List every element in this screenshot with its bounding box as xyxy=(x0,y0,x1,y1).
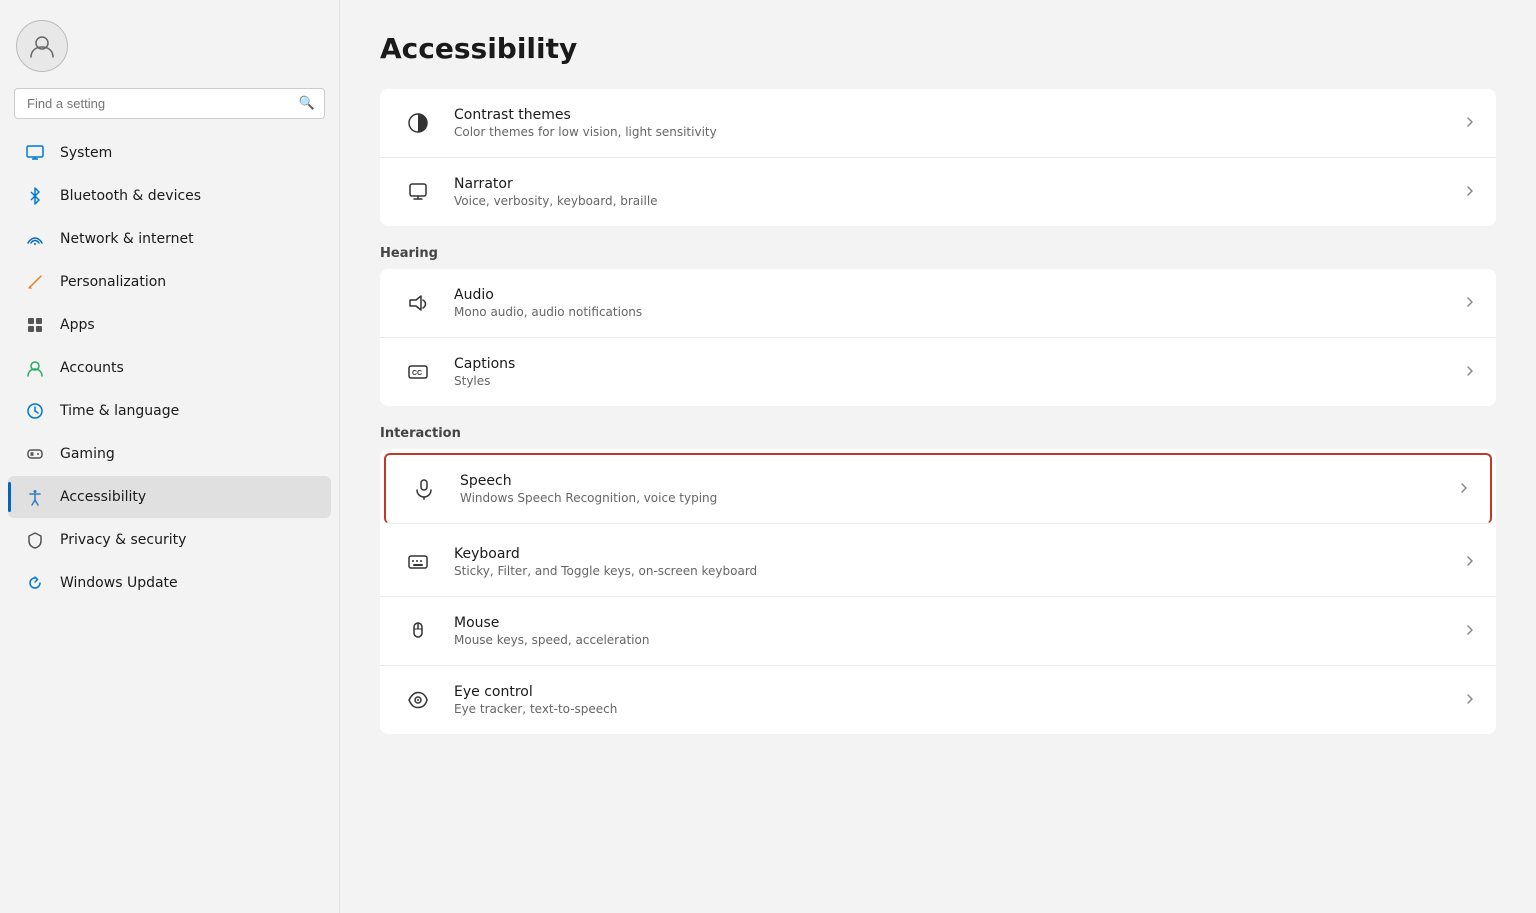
audio-title: Audio xyxy=(454,287,1446,303)
keyboard-title: Keyboard xyxy=(454,546,1446,562)
contrast-themes-title: Contrast themes xyxy=(454,107,1446,123)
sidebar-item-accessibility[interactable]: Accessibility xyxy=(8,476,331,518)
personalization-icon xyxy=(24,271,46,293)
captions-desc: Styles xyxy=(454,374,1446,388)
time-icon xyxy=(24,400,46,422)
sidebar-item-label-network: Network & internet xyxy=(60,231,194,247)
audio-chevron-icon xyxy=(1464,296,1476,311)
settings-item-keyboard[interactable]: Keyboard Sticky, Filter, and Toggle keys,… xyxy=(380,528,1496,597)
sidebar-item-personalization[interactable]: Personalization xyxy=(8,261,331,303)
captions-text: Captions Styles xyxy=(454,356,1446,388)
mouse-chevron-icon xyxy=(1464,624,1476,639)
audio-text: Audio Mono audio, audio notifications xyxy=(454,287,1446,319)
mouse-desc: Mouse keys, speed, acceleration xyxy=(454,633,1446,647)
narrator-desc: Voice, verbosity, keyboard, braille xyxy=(454,194,1446,208)
captions-title: Captions xyxy=(454,356,1446,372)
sidebar-item-label-update: Windows Update xyxy=(60,575,178,591)
page-title: Accessibility xyxy=(380,32,1496,65)
settings-item-mouse[interactable]: Mouse Mouse keys, speed, acceleration xyxy=(380,597,1496,666)
main-content: Accessibility Contrast themes Color theme… xyxy=(340,0,1536,913)
sidebar-item-gaming[interactable]: Gaming xyxy=(8,433,331,475)
accounts-icon xyxy=(24,357,46,379)
eye-control-text: Eye control Eye tracker, text-to-speech xyxy=(454,684,1446,716)
bluetooth-icon xyxy=(24,185,46,207)
privacy-icon xyxy=(24,529,46,551)
settings-item-audio[interactable]: Audio Mono audio, audio notifications xyxy=(380,269,1496,338)
nav-list: System Bluetooth & devices Network & inter… xyxy=(0,131,339,605)
gaming-icon xyxy=(24,443,46,465)
section-group: Speech Windows Speech Recognition, voice … xyxy=(380,449,1496,734)
narrator-icon xyxy=(400,174,436,210)
settings-item-speech[interactable]: Speech Windows Speech Recognition, voice … xyxy=(384,453,1492,524)
sidebar-item-label-accessibility: Accessibility xyxy=(60,489,146,505)
narrator-title: Narrator xyxy=(454,176,1446,192)
section-label-interaction: Interaction xyxy=(380,426,1496,441)
speech-text: Speech Windows Speech Recognition, voice … xyxy=(460,473,1440,505)
sidebar-item-privacy[interactable]: Privacy & security xyxy=(8,519,331,561)
captions-icon: CC xyxy=(400,354,436,390)
speech-chevron-icon xyxy=(1458,482,1470,497)
captions-chevron-icon xyxy=(1464,365,1476,380)
audio-icon xyxy=(400,285,436,321)
sidebar-item-accounts[interactable]: Accounts xyxy=(8,347,331,389)
update-icon xyxy=(24,572,46,594)
settings-item-eye-control[interactable]: Eye control Eye tracker, text-to-speech xyxy=(380,666,1496,734)
sidebar-item-system[interactable]: System xyxy=(8,132,331,174)
sidebar-item-network[interactable]: Network & internet xyxy=(8,218,331,260)
narrator-chevron-icon xyxy=(1464,185,1476,200)
sidebar: 🔍 System Bluetooth & devices Network & int… xyxy=(0,0,340,913)
mouse-title: Mouse xyxy=(454,615,1446,631)
eye-control-icon xyxy=(400,682,436,718)
settings-item-captions[interactable]: CC Captions Styles xyxy=(380,338,1496,406)
contrast-themes-chevron-icon xyxy=(1464,116,1476,131)
speech-title: Speech xyxy=(460,473,1440,489)
sidebar-item-label-system: System xyxy=(60,145,112,161)
sidebar-item-update[interactable]: Windows Update xyxy=(8,562,331,604)
search-input[interactable] xyxy=(14,88,325,119)
search-box[interactable]: 🔍 xyxy=(14,88,325,119)
section-group: Audio Mono audio, audio notifications CC Ca… xyxy=(380,269,1496,406)
eye-control-title: Eye control xyxy=(454,684,1446,700)
sidebar-item-label-privacy: Privacy & security xyxy=(60,532,186,548)
audio-desc: Mono audio, audio notifications xyxy=(454,305,1446,319)
avatar[interactable] xyxy=(16,20,68,72)
system-icon xyxy=(24,142,46,164)
speech-icon xyxy=(406,471,442,507)
network-icon xyxy=(24,228,46,250)
section-label-hearing: Hearing xyxy=(380,246,1496,261)
sidebar-item-bluetooth[interactable]: Bluetooth & devices xyxy=(8,175,331,217)
eye-control-desc: Eye tracker, text-to-speech xyxy=(454,702,1446,716)
contrast-themes-text: Contrast themes Color themes for low visi… xyxy=(454,107,1446,139)
mouse-text: Mouse Mouse keys, speed, acceleration xyxy=(454,615,1446,647)
mouse-icon xyxy=(400,613,436,649)
sections-container: Contrast themes Color themes for low visi… xyxy=(380,89,1496,734)
sidebar-item-time[interactable]: Time & language xyxy=(8,390,331,432)
sidebar-item-label-gaming: Gaming xyxy=(60,446,115,462)
sidebar-item-label-personalization: Personalization xyxy=(60,274,166,290)
sidebar-item-label-bluetooth: Bluetooth & devices xyxy=(60,188,201,204)
keyboard-chevron-icon xyxy=(1464,555,1476,570)
narrator-text: Narrator Voice, verbosity, keyboard, brai… xyxy=(454,176,1446,208)
contrast-themes-desc: Color themes for low vision, light sensi… xyxy=(454,125,1446,139)
search-icon: 🔍 xyxy=(299,96,315,111)
sidebar-item-label-apps: Apps xyxy=(60,317,95,333)
speech-desc: Windows Speech Recognition, voice typing xyxy=(460,491,1440,505)
sidebar-item-label-time: Time & language xyxy=(60,403,179,419)
settings-item-contrast-themes[interactable]: Contrast themes Color themes for low visi… xyxy=(380,89,1496,158)
svg-text:CC: CC xyxy=(412,370,422,377)
contrast-themes-icon xyxy=(400,105,436,141)
apps-icon xyxy=(24,314,46,336)
sidebar-item-label-accounts: Accounts xyxy=(60,360,124,376)
eye-control-chevron-icon xyxy=(1464,693,1476,708)
section-group: Contrast themes Color themes for low visi… xyxy=(380,89,1496,226)
keyboard-desc: Sticky, Filter, and Toggle keys, on-scre… xyxy=(454,564,1446,578)
settings-item-narrator[interactable]: Narrator Voice, verbosity, keyboard, brai… xyxy=(380,158,1496,226)
sidebar-item-apps[interactable]: Apps xyxy=(8,304,331,346)
keyboard-text: Keyboard Sticky, Filter, and Toggle keys,… xyxy=(454,546,1446,578)
avatar-area xyxy=(0,0,339,88)
keyboard-icon xyxy=(400,544,436,580)
accessibility-icon xyxy=(24,486,46,508)
